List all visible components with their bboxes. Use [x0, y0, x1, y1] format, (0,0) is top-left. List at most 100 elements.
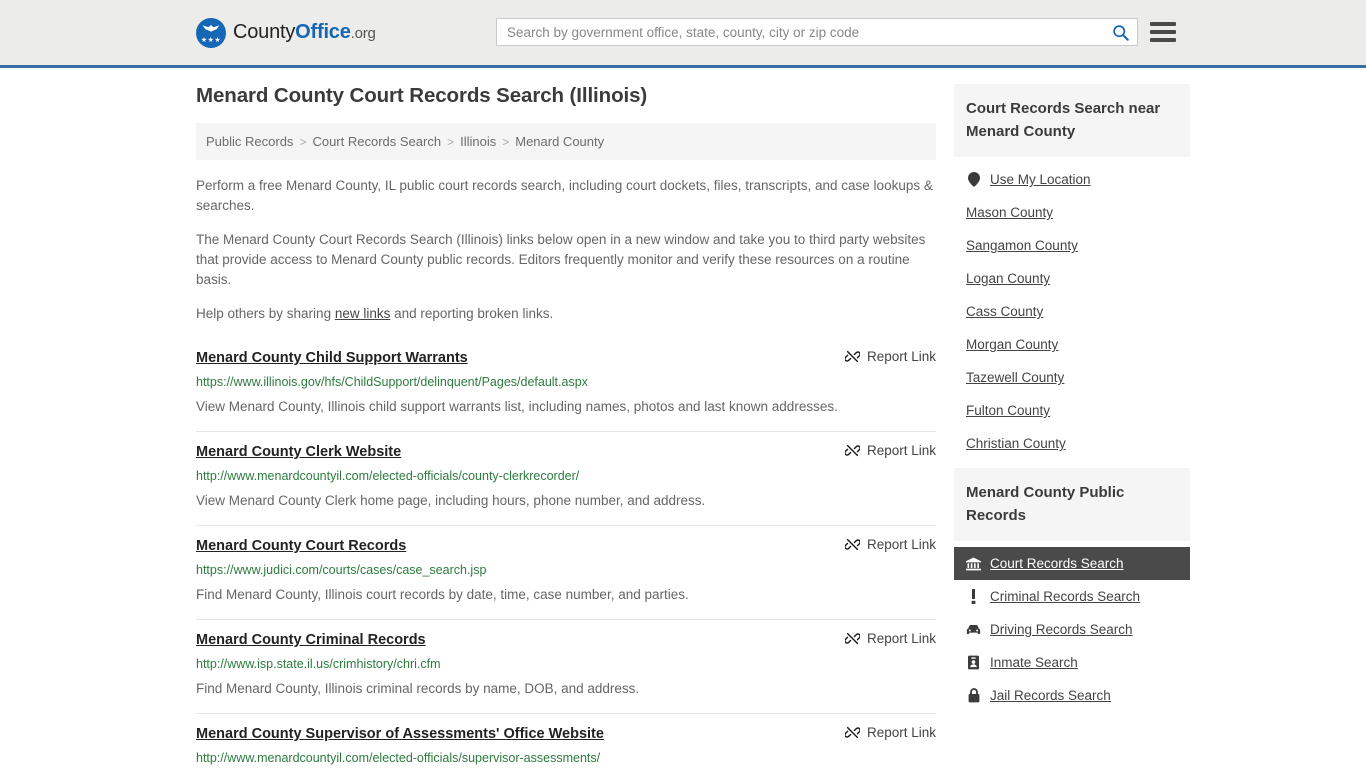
report-link-button[interactable]: Report Link: [844, 536, 936, 552]
search-button[interactable]: [1103, 19, 1137, 45]
record-link-item: Menard County Criminal Records Report Lin…: [196, 620, 936, 714]
map-pin-icon: [966, 172, 981, 187]
record-link-title[interactable]: Menard County Supervisor of Assessments'…: [196, 724, 616, 744]
site-logo[interactable]: ★★★ CountyOffice.org: [196, 17, 376, 48]
intro-paragraph-2: The Menard County Court Records Search (…: [196, 232, 926, 287]
intro-p3-before: Help others by sharing: [196, 306, 335, 321]
broken-link-icon: [844, 443, 860, 458]
nearby-item-morgan-county[interactable]: Morgan County: [954, 328, 1190, 361]
public-record-item-jail-records-search[interactable]: Jail Records Search: [954, 679, 1190, 712]
brand-org: .org: [350, 25, 376, 42]
record-link-title[interactable]: Menard County Criminal Records: [196, 630, 438, 650]
public-record-item-label: Court Records Search: [990, 556, 1124, 571]
record-link-description: Find Menard County, Illinois court recor…: [196, 587, 689, 602]
breadcrumb-item-public-records[interactable]: Public Records: [206, 134, 293, 149]
nearby-item-label: Use My Location: [990, 172, 1091, 187]
breadcrumb-item-menard-county: Menard County: [515, 134, 605, 149]
record-link-description: Find Menard County, Illinois criminal re…: [196, 681, 640, 696]
broken-link-icon: [844, 349, 860, 364]
exclamation-icon: [966, 589, 981, 604]
record-link-item: Menard County Clerk Website Report Link ht…: [196, 432, 936, 526]
nearby-item-label: Fulton County: [966, 403, 1051, 418]
breadcrumb-item-illinois[interactable]: Illinois: [460, 134, 496, 149]
intro-paragraph-1: Perform a free Menard County, IL public …: [196, 178, 933, 213]
record-link-item: Menard County Child Support Warrants Repo…: [196, 338, 936, 432]
record-link-row: Menard County Clerk Website Report Link: [196, 442, 936, 462]
public-record-item-label: Jail Records Search: [990, 688, 1111, 703]
record-link-description: View Menard County Clerk home page, incl…: [196, 493, 706, 508]
intro-paragraph-3: Help others by sharing new links and rep…: [196, 304, 936, 324]
record-link-url: http://www.menardcountyil.com/elected-of…: [196, 751, 601, 765]
report-link-button[interactable]: Report Link: [844, 724, 936, 740]
search-bar[interactable]: [496, 18, 1138, 46]
nearby-item-mason-county[interactable]: Mason County: [954, 196, 1190, 229]
sidebar: Court Records Search near Menard County …: [954, 84, 1190, 720]
public-record-item-inmate-search[interactable]: Inmate Search: [954, 646, 1190, 679]
report-link-label: Report Link: [866, 725, 936, 740]
record-link-url: http://www.menardcountyil.com/elected-of…: [196, 469, 580, 483]
nearby-item-logan-county[interactable]: Logan County: [954, 262, 1190, 295]
search-icon: [1112, 24, 1129, 41]
record-link-url: http://www.isp.state.il.us/crimhistory/c…: [196, 657, 441, 671]
nearby-item-label: Tazewell County: [966, 370, 1065, 385]
breadcrumb: Public Records > Court Records Search > Illi…: [196, 123, 936, 160]
report-link-button[interactable]: Report Link: [844, 348, 936, 364]
public-record-item-court-records-search[interactable]: Court Records Search: [954, 547, 1190, 580]
stars-icon: ★★★: [200, 36, 222, 44]
report-link-button[interactable]: Report Link: [844, 630, 936, 646]
record-link-title[interactable]: Menard County Clerk Website: [196, 442, 413, 462]
report-link-label: Report Link: [866, 443, 936, 458]
nearby-item-label: Logan County: [966, 271, 1051, 286]
courthouse-icon: [966, 556, 981, 571]
nearby-item-label: Morgan County: [966, 337, 1059, 352]
public-record-item-criminal-records-search[interactable]: Criminal Records Search: [954, 580, 1190, 613]
site-header: ★★★ CountyOffice.org: [0, 0, 1366, 68]
report-link-label: Report Link: [866, 349, 936, 364]
public-record-item-label: Driving Records Search: [990, 622, 1133, 637]
record-link-description: View Menard County, Illinois child suppo…: [196, 399, 838, 414]
main-content: Menard County Court Records Search (Illi…: [196, 84, 936, 768]
record-link-row: Menard County Child Support Warrants Repo…: [196, 348, 936, 368]
breadcrumb-separator: >: [447, 134, 455, 149]
public-record-item-driving-records-search[interactable]: Driving Records Search: [954, 613, 1190, 646]
nearby-county-list: Use My Location Mason County Sangamon Coun…: [954, 157, 1190, 460]
record-link-row: Menard County Supervisor of Assessments'…: [196, 724, 936, 744]
public-records-list: Court Records Search Criminal Records Sea…: [954, 541, 1190, 712]
report-link-button[interactable]: Report Link: [844, 442, 936, 458]
hamburger-menu-icon[interactable]: [1150, 20, 1176, 44]
record-link-title[interactable]: Menard County Child Support Warrants: [196, 348, 480, 368]
nearby-item-label: Mason County: [966, 205, 1054, 220]
breadcrumb-separator: >: [299, 134, 307, 149]
intro-section: Perform a free Menard County, IL public …: [196, 160, 936, 324]
nearby-item-sangamon-county[interactable]: Sangamon County: [954, 229, 1190, 262]
public-record-item-label: Inmate Search: [990, 655, 1078, 670]
record-link-url: https://www.judici.com/courts/cases/case…: [196, 563, 487, 577]
public-record-item-label: Criminal Records Search: [990, 589, 1141, 604]
breadcrumb-separator: >: [502, 134, 510, 149]
broken-link-icon: [844, 537, 860, 552]
record-link-item: Menard County Court Records Report Link ht…: [196, 526, 936, 620]
lock-icon: [966, 688, 981, 703]
page-title: Menard County Court Records Search (Illi…: [196, 84, 648, 107]
broken-link-icon: [844, 725, 860, 740]
nearby-item-tazewell-county[interactable]: Tazewell County: [954, 361, 1190, 394]
brand-county: County: [233, 21, 296, 43]
nearby-item-label: Cass County: [966, 304, 1044, 319]
brand-wordmark: CountyOffice.org: [233, 21, 376, 44]
new-links-link[interactable]: new links: [335, 306, 391, 321]
record-link-row: Menard County Court Records Report Link: [196, 536, 936, 556]
nearby-item-use-my-location[interactable]: Use My Location: [954, 163, 1190, 196]
breadcrumb-item-court-records-search[interactable]: Court Records Search: [312, 134, 441, 149]
record-link-title[interactable]: Menard County Court Records: [196, 536, 418, 556]
search-input[interactable]: [497, 19, 1103, 45]
nearby-item-cass-county[interactable]: Cass County: [954, 295, 1190, 328]
record-link-url: https://www.illinois.gov/hfs/ChildSuppor…: [196, 375, 588, 389]
record-link-item: Menard County Supervisor of Assessments'…: [196, 714, 936, 768]
brand-office: Office: [295, 21, 351, 43]
nearby-item-label: Christian County: [966, 436, 1066, 451]
nearby-item-fulton-county[interactable]: Fulton County: [954, 394, 1190, 427]
records-link-list: Menard County Child Support Warrants Repo…: [196, 338, 936, 768]
record-link-row: Menard County Criminal Records Report Lin…: [196, 630, 936, 650]
report-link-label: Report Link: [866, 631, 936, 646]
nearby-item-christian-county[interactable]: Christian County: [954, 427, 1190, 460]
